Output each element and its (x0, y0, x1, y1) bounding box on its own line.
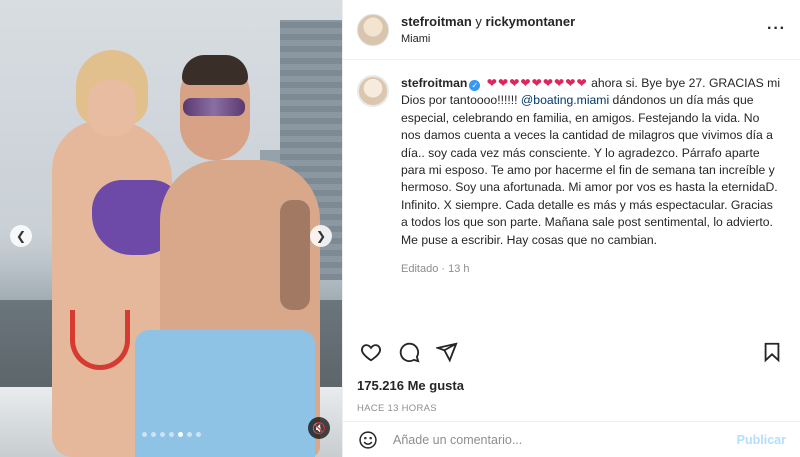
comment-button[interactable] (395, 338, 423, 366)
save-button[interactable] (758, 338, 786, 366)
carousel-next-button[interactable]: ❯ (310, 225, 332, 247)
account-connector: y (475, 14, 482, 29)
mention-link[interactable]: @boating.miami (521, 93, 609, 107)
comment-bar: Publicar (343, 421, 800, 457)
caption-text-part2: dándonos un día más que especial, celebr… (401, 93, 778, 247)
post-caption: stefroitman ✓ ❤❤❤❤❤❤❤❤❤ ahora si. Bye bye… (343, 61, 800, 321)
caption-username-link[interactable]: stefroitman (401, 76, 467, 90)
caption-body: stefroitman ✓ ❤❤❤❤❤❤❤❤❤ ahora si. Bye bye… (401, 75, 781, 321)
bookmark-icon (764, 342, 780, 363)
carousel-dots (0, 432, 342, 437)
like-button[interactable] (357, 338, 385, 366)
mute-icon: 🔇 (312, 422, 326, 435)
send-icon (436, 342, 458, 363)
carousel-dot (141, 432, 147, 437)
chevron-right-icon: ❯ (315, 229, 327, 243)
carousel-dot (150, 432, 156, 437)
header-accounts: stefroitman y rickymontaner (401, 14, 575, 29)
collab-username-link[interactable]: rickymontaner (486, 14, 576, 29)
swim-shorts-graphic (135, 330, 315, 457)
heart-icon (361, 344, 381, 362)
post-media[interactable]: ❮ ❯ 🔇 (0, 0, 342, 457)
emoji-icon (359, 430, 377, 449)
verified-badge-icon: ✓ (469, 80, 481, 91)
comment-icon (399, 342, 420, 363)
carousel-dot (159, 432, 165, 437)
hearts-emoji: ❤❤❤❤❤❤❤❤❤ (486, 76, 588, 90)
emoji-button[interactable] (357, 429, 379, 451)
chevron-left-icon: ❮ (15, 229, 27, 243)
comment-input[interactable] (393, 432, 737, 447)
post-details-panel: stefroitman y rickymontaner Miami ··· st… (342, 0, 800, 457)
more-options-button[interactable]: ··· (767, 20, 786, 38)
avatar[interactable] (357, 75, 389, 107)
carousel-dot (177, 432, 183, 437)
location-link[interactable]: Miami (401, 33, 575, 45)
bikini-bottom-graphic (70, 310, 130, 370)
sunglasses-graphic (183, 98, 245, 116)
likes-count[interactable]: 175.216 Me gusta (357, 378, 464, 393)
woman-face (88, 80, 136, 136)
carousel-dot (186, 432, 192, 437)
carousel-dot (195, 432, 201, 437)
ellipsis-icon: ··· (767, 20, 786, 37)
tattoo-graphic (280, 200, 310, 310)
action-bar (357, 336, 786, 368)
header-text: stefroitman y rickymontaner Miami (401, 14, 575, 45)
publish-button[interactable]: Publicar (737, 433, 786, 447)
carousel-prev-button[interactable]: ❮ (10, 225, 32, 247)
mute-button[interactable]: 🔇 (308, 417, 330, 439)
edited-timestamp: Editado · 13 h (401, 263, 470, 276)
man-hair (182, 55, 248, 85)
post-header: stefroitman y rickymontaner Miami ··· (343, 0, 800, 60)
account-username-link[interactable]: stefroitman (401, 14, 472, 29)
post-timestamp[interactable]: HACE 13 HORAS (357, 403, 437, 414)
carousel-dot (168, 432, 174, 437)
caption-text: stefroitman ✓ ❤❤❤❤❤❤❤❤❤ ahora si. Bye bye… (401, 75, 781, 249)
share-button[interactable] (433, 338, 461, 366)
avatar[interactable] (357, 13, 389, 46)
